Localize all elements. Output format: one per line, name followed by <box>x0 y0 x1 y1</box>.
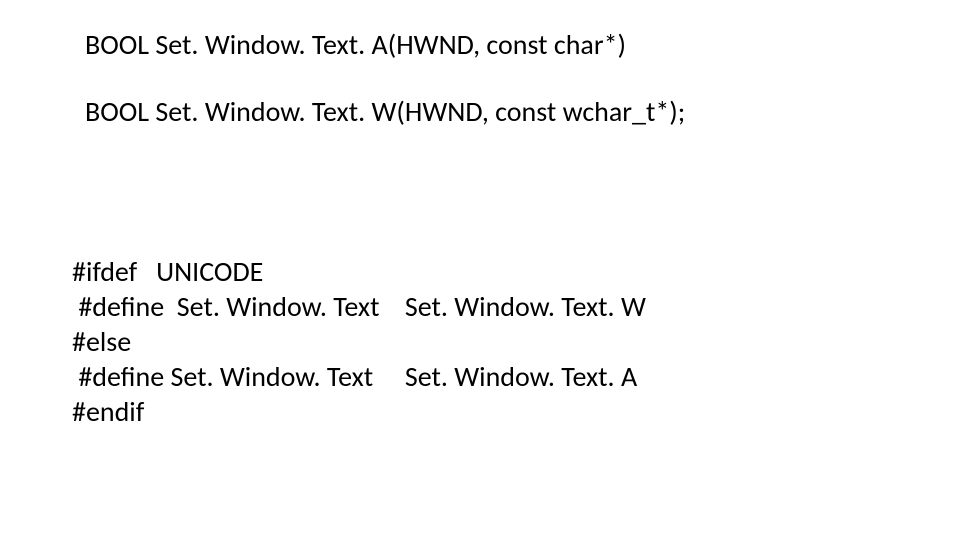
define-w-line: #define Set. Window. Text Set. Window. T… <box>72 290 646 324</box>
ifdef-line: #ifdef UNICODE <box>72 255 263 289</box>
code-slide: BOOL Set. Window. Text. A(HWND, const ch… <box>0 0 960 540</box>
define-a-line: #define Set. Window. Text Set. Window. T… <box>72 360 637 394</box>
declaration-a: BOOL Set. Window. Text. A(HWND, const ch… <box>85 28 626 62</box>
endif-line: #endif <box>72 395 144 429</box>
else-line: #else <box>72 325 131 359</box>
declaration-w: BOOL Set. Window. Text. W(HWND, const wc… <box>85 95 685 129</box>
